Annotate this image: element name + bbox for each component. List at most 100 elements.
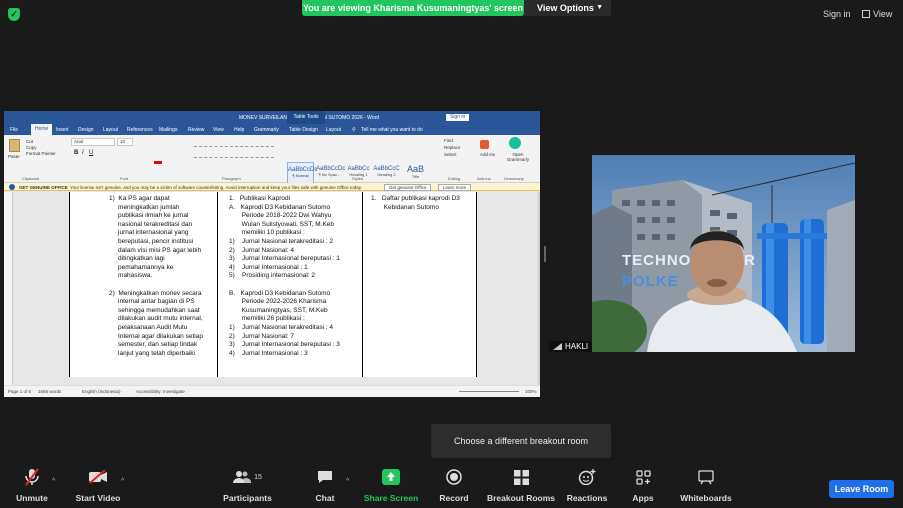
style-title[interactable]: AaB Title bbox=[402, 162, 429, 184]
participants-icon: 15 bbox=[220, 466, 275, 488]
start-video-label: Start Video bbox=[75, 493, 121, 503]
video-options-caret[interactable]: ^ bbox=[121, 478, 124, 485]
tab-mailings[interactable]: Mailings bbox=[159, 127, 177, 133]
style-sample: AaB bbox=[406, 164, 424, 174]
bold-button[interactable]: B bbox=[74, 150, 78, 156]
reactions-icon bbox=[565, 466, 609, 488]
sign-in-link[interactable]: Sign in bbox=[823, 9, 851, 19]
breakout-rooms-button[interactable]: Breakout Rooms bbox=[484, 466, 558, 508]
italic-button[interactable]: I bbox=[82, 150, 84, 156]
paragraph-controls[interactable] bbox=[194, 139, 274, 147]
unmute-button[interactable]: Unmute bbox=[12, 466, 52, 508]
grammarly-icon[interactable] bbox=[509, 137, 521, 149]
tab-table-design[interactable]: Table Design bbox=[289, 127, 318, 133]
format-painter-button[interactable]: Format Painter bbox=[26, 151, 56, 156]
document-page[interactable]: 1) Ka PS agar dapat meningkatkan jumlah … bbox=[69, 192, 477, 377]
tell-me-box[interactable]: Tell me what you want to do bbox=[361, 127, 423, 133]
participants-button[interactable]: 15 Participants bbox=[220, 466, 275, 508]
tab-home[interactable]: Home bbox=[31, 124, 53, 135]
document-line: Periode 2022-2026 Kharisma bbox=[229, 298, 327, 306]
copy-button[interactable]: Copy bbox=[26, 145, 37, 150]
tab-review[interactable]: Review bbox=[188, 127, 204, 133]
tab-design[interactable]: Design bbox=[78, 127, 94, 133]
security-shield-icon[interactable]: ✓ bbox=[8, 8, 20, 21]
style-no-spacing[interactable]: AaBbCcDc ¶ No Spac... bbox=[316, 162, 345, 184]
chat-button[interactable]: Chat bbox=[305, 466, 345, 508]
underline-button[interactable]: U bbox=[89, 150, 93, 156]
video-background-text: POLKE bbox=[622, 273, 679, 290]
style-heading-2[interactable]: AaBbCcC Heading 2 bbox=[373, 162, 400, 184]
tab-file[interactable]: File bbox=[10, 127, 18, 133]
paste-icon[interactable] bbox=[9, 139, 20, 152]
document-line: Kusumaningtyas, SST, M.Keb bbox=[229, 306, 328, 314]
add-ins-button[interactable]: Add-ins bbox=[480, 152, 495, 157]
leave-room-button[interactable]: Leave Room bbox=[829, 480, 894, 498]
document-area[interactable]: 1) Ka PS agar dapat meningkatkan jumlah … bbox=[4, 192, 540, 385]
mic-muted-icon bbox=[12, 466, 52, 488]
tab-layout[interactable]: Layout bbox=[103, 127, 118, 133]
document-line: dalam visi misi PS agar lebih bbox=[109, 246, 202, 254]
document-line: 3) Jurnal Internasional bereputasi : 3 bbox=[229, 341, 340, 349]
style-label: ¶ Normal bbox=[292, 173, 309, 178]
document-line: jurnal internasional yang bbox=[109, 229, 189, 237]
whiteboards-button[interactable]: Whiteboards bbox=[676, 466, 736, 508]
share-screen-button[interactable]: Share Screen bbox=[362, 466, 420, 508]
participant-name: HAKLI bbox=[565, 342, 589, 351]
document-line: 2) Jurnal Nasional: 4 bbox=[229, 246, 295, 254]
apps-button[interactable]: Apps bbox=[626, 466, 660, 508]
apps-icon bbox=[626, 466, 660, 488]
group-grammarly: Grammarly bbox=[504, 176, 524, 181]
reactions-button[interactable]: Reactions bbox=[565, 466, 609, 508]
audio-options-caret[interactable]: ^ bbox=[52, 478, 55, 485]
font-name-select[interactable]: Arial bbox=[71, 138, 115, 146]
tab-help[interactable]: Help bbox=[234, 127, 244, 133]
view-options-button[interactable]: View Options ▼ bbox=[524, 0, 611, 16]
paste-label: Paste bbox=[8, 154, 20, 159]
search-icon: ⚲ bbox=[352, 127, 356, 133]
replace-button[interactable]: Replace bbox=[444, 145, 461, 150]
meeting-toolbar: Unmute ^ Start Video ^ 15 Participants C… bbox=[0, 466, 903, 508]
get-genuine-button[interactable]: Get genuine Office bbox=[384, 184, 432, 191]
view-button[interactable]: View bbox=[862, 9, 892, 19]
word-scrollbar[interactable] bbox=[538, 192, 540, 385]
add-ins-icon[interactable] bbox=[480, 140, 489, 149]
document-line bbox=[109, 281, 203, 290]
start-video-button[interactable]: Start Video bbox=[72, 466, 124, 508]
tab-view[interactable]: View bbox=[213, 127, 224, 133]
tab-table-layout[interactable]: Layout bbox=[326, 127, 341, 133]
participant-video-tile[interactable]: TECHNO POLKE R bbox=[592, 155, 855, 352]
shared-word-window: MONEV SURVEILANS DI KEBIDANAN SUTOMO 202… bbox=[4, 111, 540, 397]
view-label: View bbox=[873, 9, 893, 19]
style-normal[interactable]: AaBbCcDc ¶ Normal bbox=[287, 162, 317, 184]
word-sign-in-button[interactable]: Sign in bbox=[446, 114, 470, 121]
font-color-icon[interactable] bbox=[154, 161, 162, 164]
table-tools-label: Table Tools bbox=[287, 111, 325, 124]
video-background-text: R bbox=[744, 252, 755, 269]
record-button[interactable]: Record bbox=[433, 466, 475, 508]
alignment-controls[interactable] bbox=[194, 150, 274, 158]
tab-references[interactable]: References bbox=[127, 127, 153, 133]
chat-options-caret[interactable]: ^ bbox=[346, 478, 349, 485]
tab-insert[interactable]: Insert bbox=[56, 127, 69, 133]
open-grammarly-button[interactable]: Open Grammarly bbox=[504, 152, 532, 162]
genuine-label: GET GENUINE OFFICE bbox=[19, 185, 68, 190]
chevron-down-icon: ▼ bbox=[596, 4, 603, 11]
cut-button[interactable]: Cut bbox=[26, 139, 33, 144]
zoom-slider[interactable] bbox=[459, 391, 519, 392]
learn-more-button[interactable]: Learn more bbox=[438, 184, 472, 191]
record-icon bbox=[433, 466, 475, 488]
table-column-followup: 1. Publikasi Kaprodi A. Kaprodi D3 Kebida… bbox=[229, 195, 340, 358]
tab-grammarly[interactable]: Grammarly bbox=[254, 127, 279, 133]
find-button[interactable]: Find bbox=[444, 138, 453, 143]
participants-label: Participants bbox=[223, 493, 272, 503]
select-button[interactable]: Select bbox=[444, 152, 457, 157]
chat-icon bbox=[305, 466, 345, 488]
pane-splitter[interactable] bbox=[544, 246, 546, 262]
font-size-select[interactable]: 10 bbox=[117, 138, 133, 146]
zoom-level[interactable]: 100% bbox=[525, 389, 537, 394]
document-line: B. Kaprodi D3 Kebidanan Sutomo bbox=[229, 289, 331, 297]
language[interactable]: English (Indonesia) bbox=[82, 389, 121, 394]
accessibility-status[interactable]: Accessibility: Investigate bbox=[136, 389, 185, 394]
document-line: Kebidanan Sutomo bbox=[371, 203, 439, 211]
word-ribbon-tabs: File Home Insert Design Layout Reference… bbox=[4, 124, 540, 135]
